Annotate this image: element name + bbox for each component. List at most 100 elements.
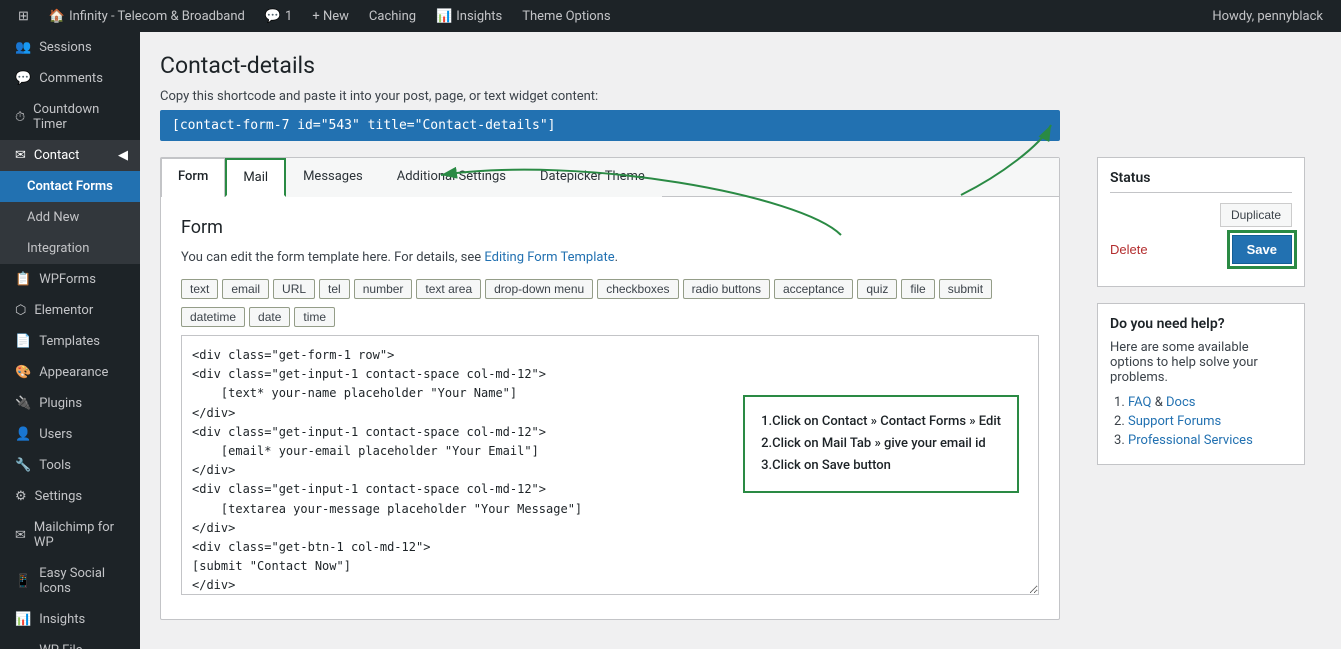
tab-additional-settings[interactable]: Additional Settings (380, 158, 523, 197)
sidebar-item-contact-forms[interactable]: Contact Forms (0, 171, 140, 202)
sidebar-item-integration[interactable]: Integration (0, 233, 140, 264)
sidebar-submenu-contact: Contact Forms Add New Integration (0, 171, 140, 264)
site-icon: 🏠 (49, 9, 65, 24)
sidebar-item-templates[interactable]: 📄 Templates (0, 326, 140, 357)
sidebar-item-plugins[interactable]: 🔌 Plugins (0, 388, 140, 419)
appearance-icon: 🎨 (15, 365, 31, 380)
admin-bar-wp-logo[interactable]: ⊞ (8, 0, 39, 32)
status-title: Status (1110, 170, 1292, 193)
tag-btn-textarea[interactable]: text area (416, 279, 481, 299)
tab-mail[interactable]: Mail (225, 158, 286, 197)
tag-btn-submit[interactable]: submit (939, 279, 992, 299)
tag-btn-url[interactable]: URL (273, 279, 315, 299)
help-panel: Do you need help? Here are some availabl… (1097, 303, 1305, 465)
templates-icon: 📄 (15, 334, 31, 349)
tag-btn-email[interactable]: email (222, 279, 269, 299)
tag-btn-acceptance[interactable]: acceptance (774, 279, 853, 299)
sidebar-item-users[interactable]: 👤 Users (0, 419, 140, 450)
admin-bar-insights[interactable]: 📊 Insights (426, 0, 512, 32)
admin-bar-theme-options[interactable]: Theme Options (512, 0, 620, 32)
help-docs-link[interactable]: Docs (1166, 395, 1195, 410)
admin-bar-caching[interactable]: Caching (359, 0, 426, 32)
admin-bar-new[interactable]: + New (302, 0, 359, 32)
tag-btn-quiz[interactable]: quiz (857, 279, 897, 299)
help-forums-link[interactable]: Support Forums (1128, 414, 1221, 429)
editing-form-link[interactable]: Editing Form Template (484, 250, 614, 265)
contact-icon: ✉ (15, 148, 26, 163)
sidebar-item-appearance[interactable]: 🎨 Appearance (0, 357, 140, 388)
tab-content-form: Form You can edit the form template here… (161, 197, 1059, 619)
plugins-icon: 🔌 (15, 396, 31, 411)
admin-bar-comments[interactable]: 💬 1 (255, 0, 303, 32)
sidebar-item-insights[interactable]: 📊 Insights (0, 604, 140, 635)
form-section-title: Form (181, 217, 1039, 238)
sidebar: 👥 Sessions 💬 Comments ⏱ Countdown Timer … (0, 32, 140, 649)
admin-bar-howdy[interactable]: Howdy, pennyblack (1202, 0, 1333, 32)
content-main: Form Mail Messages Additional Settings D (160, 157, 1061, 620)
status-actions: Delete Save (1110, 235, 1292, 264)
annotation-line3: 3.Click on Save button (761, 455, 1001, 477)
tag-buttons-row2: datetime date time (181, 307, 1039, 327)
tabs: Form Mail Messages Additional Settings D (161, 158, 1059, 197)
tag-btn-datetime[interactable]: datetime (181, 307, 245, 327)
shortcode-label: Copy this shortcode and paste it into yo… (160, 89, 1321, 104)
tab-form[interactable]: Form (161, 158, 225, 197)
sidebar-item-elementor[interactable]: ⬡ Elementor (0, 295, 140, 326)
sidebar-item-add-new[interactable]: Add New (0, 202, 140, 233)
sidebar-item-wp-file-manager[interactable]: 📁 WP File Manager (0, 635, 140, 649)
save-button[interactable]: Save (1232, 235, 1292, 264)
sidebar-item-mailchimp[interactable]: ✉ Mailchimp for WP (0, 512, 140, 558)
main-content: Contact-details Copy this shortcode and … (140, 32, 1341, 649)
sidebar-item-wpforms[interactable]: 📋 WPForms (0, 264, 140, 295)
duplicate-button[interactable]: Duplicate (1220, 203, 1292, 227)
tab-container: Form Mail Messages Additional Settings D (160, 157, 1060, 620)
shortcode-section: Copy this shortcode and paste it into yo… (160, 89, 1321, 141)
annotation-line2: 2.Click on Mail Tab » give your email id (761, 433, 1001, 455)
delete-button[interactable]: Delete (1110, 242, 1148, 257)
tag-btn-dropdown[interactable]: drop-down menu (485, 279, 593, 299)
sidebar-item-countdown[interactable]: ⏱ Countdown Timer (0, 94, 140, 140)
tab-messages[interactable]: Messages (286, 158, 380, 197)
help-title: Do you need help? (1110, 316, 1292, 332)
page-title: Contact-details (160, 52, 1321, 79)
tag-btn-number[interactable]: number (354, 279, 413, 299)
admin-bar: ⊞ 🏠 Infinity - Telecom & Broadband 💬 1 +… (0, 0, 1341, 32)
tag-btn-checkboxes[interactable]: checkboxes (597, 279, 678, 299)
countdown-icon: ⏱ (15, 110, 25, 125)
settings-icon: ⚙ (15, 489, 27, 504)
tag-btn-radio[interactable]: radio buttons (683, 279, 770, 299)
easy-social-icon: 📱 (15, 574, 31, 589)
tag-btn-date[interactable]: date (249, 307, 290, 327)
sidebar-item-contact[interactable]: ✉ Contact ◀ (0, 140, 140, 171)
sidebar-item-tools[interactable]: 🔧 Tools (0, 450, 140, 481)
help-item-professional: Professional Services (1128, 433, 1292, 448)
help-professional-link[interactable]: Professional Services (1128, 433, 1253, 448)
tag-btn-file[interactable]: file (901, 279, 934, 299)
sidebar-item-sessions[interactable]: 👥 Sessions (0, 32, 140, 63)
sidebar-item-settings[interactable]: ⚙ Settings (0, 481, 140, 512)
right-panel: Status Duplicate Delete Save Do you need… (1081, 157, 1321, 465)
sidebar-item-comments[interactable]: 💬 Comments (0, 63, 140, 94)
annotation-box: 1.Click on Contact » Contact Forms » Edi… (743, 395, 1019, 493)
comments-icon: 💬 (15, 71, 31, 86)
insights-sidebar-icon: 📊 (15, 612, 31, 627)
tag-btn-tel[interactable]: tel (319, 279, 350, 299)
help-description: Here are some available options to help … (1110, 340, 1292, 385)
shortcode-box[interactable]: [contact-form-7 id="543" title="Contact-… (160, 110, 1060, 141)
help-item-faq: FAQ & Docs (1128, 395, 1292, 410)
help-item-forums: Support Forums (1128, 414, 1292, 429)
help-faq-link[interactable]: FAQ (1128, 395, 1151, 410)
admin-bar-site-title[interactable]: 🏠 Infinity - Telecom & Broadband (39, 0, 255, 32)
tab-datepicker[interactable]: Datepicker Theme (523, 158, 662, 197)
wpforms-icon: 📋 (15, 272, 31, 287)
tag-btn-text[interactable]: text (181, 279, 218, 299)
mailchimp-icon: ✉ (15, 528, 26, 543)
sessions-icon: 👥 (15, 40, 31, 55)
users-icon: 👤 (15, 427, 31, 442)
tag-btn-time[interactable]: time (294, 307, 335, 327)
tools-icon: 🔧 (15, 458, 31, 473)
code-editor-wrapper: <div class="get-form-1 row"> <div class=… (181, 335, 1039, 599)
wp-logo-icon: ⊞ (18, 9, 29, 24)
sidebar-item-easy-social[interactable]: 📱 Easy Social Icons (0, 558, 140, 604)
insights-icon: 📊 (436, 9, 452, 24)
